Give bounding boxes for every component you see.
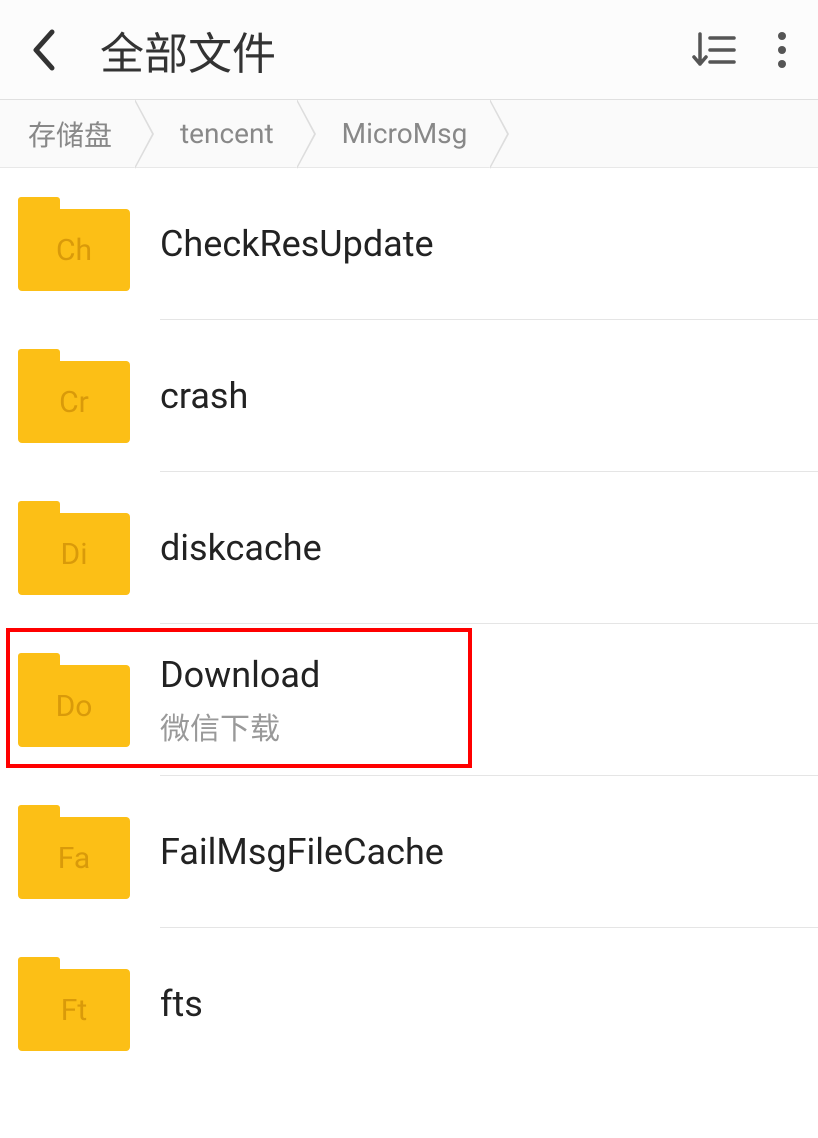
file-name: diskcache bbox=[160, 525, 800, 572]
breadcrumb-label: MicroMsg bbox=[342, 117, 468, 150]
file-info: Download 微信下载 bbox=[160, 652, 800, 749]
breadcrumb-item-tencent[interactable]: tencent bbox=[140, 100, 302, 167]
folder-label: Ch bbox=[56, 233, 92, 268]
header: 全部文件 bbox=[0, 0, 818, 100]
file-name: CheckResUpdate bbox=[160, 221, 800, 268]
file-item-download[interactable]: Do Download 微信下载 bbox=[0, 624, 818, 776]
file-list: Ch CheckResUpdate Cr crash Di diskcache … bbox=[0, 168, 818, 1080]
sort-icon bbox=[692, 30, 736, 70]
file-info: CheckResUpdate bbox=[160, 221, 800, 268]
folder-icon: Do bbox=[18, 653, 130, 747]
file-name: crash bbox=[160, 373, 800, 420]
folder-icon: Di bbox=[18, 501, 130, 595]
file-info: FailMsgFileCache bbox=[160, 829, 800, 876]
file-name: fts bbox=[160, 981, 800, 1028]
file-item-diskcache[interactable]: Di diskcache bbox=[0, 472, 818, 624]
file-item-checkresupdate[interactable]: Ch CheckResUpdate bbox=[0, 168, 818, 320]
folder-label: Di bbox=[61, 537, 88, 572]
header-actions bbox=[692, 28, 788, 72]
file-info: fts bbox=[160, 981, 800, 1028]
back-button[interactable] bbox=[30, 28, 70, 72]
file-item-crash[interactable]: Cr crash bbox=[0, 320, 818, 472]
folder-label: Fa bbox=[58, 841, 90, 876]
back-icon bbox=[30, 28, 56, 72]
breadcrumb: 存储盘 tencent MicroMsg bbox=[0, 100, 818, 168]
sort-button[interactable] bbox=[692, 30, 736, 70]
file-info: crash bbox=[160, 373, 800, 420]
file-item-fts[interactable]: Ft fts bbox=[0, 928, 818, 1080]
breadcrumb-item-storage[interactable]: 存储盘 bbox=[18, 100, 140, 167]
more-icon bbox=[776, 28, 788, 72]
file-name: FailMsgFileCache bbox=[160, 829, 800, 876]
file-subtitle: 微信下载 bbox=[160, 704, 800, 748]
breadcrumb-label: tencent bbox=[180, 117, 274, 150]
more-button[interactable] bbox=[776, 28, 788, 72]
folder-icon: Fa bbox=[18, 805, 130, 899]
breadcrumb-item-micromsg[interactable]: MicroMsg bbox=[302, 100, 496, 167]
file-info: diskcache bbox=[160, 525, 800, 572]
folder-label: Do bbox=[56, 689, 93, 724]
file-name: Download bbox=[160, 652, 800, 699]
page-title: 全部文件 bbox=[100, 18, 692, 82]
folder-icon: Cr bbox=[18, 349, 130, 443]
folder-icon: Ft bbox=[18, 957, 130, 1051]
folder-icon: Ch bbox=[18, 197, 130, 291]
breadcrumb-label: 存储盘 bbox=[28, 114, 112, 154]
file-item-failmsgfilecache[interactable]: Fa FailMsgFileCache bbox=[0, 776, 818, 928]
folder-label: Cr bbox=[59, 385, 89, 420]
folder-label: Ft bbox=[61, 993, 87, 1028]
